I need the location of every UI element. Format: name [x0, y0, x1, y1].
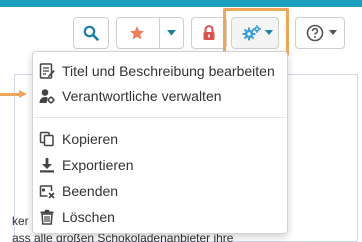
menu-item-label: Exportieren: [62, 157, 134, 173]
help-icon: [306, 24, 324, 42]
menu-item-manage-owners[interactable]: Verantwortliche verwalten: [33, 84, 287, 108]
menu-item-copy[interactable]: Kopieren: [33, 127, 287, 151]
menu-item-delete[interactable]: Löschen: [33, 205, 287, 229]
finish-icon: [39, 183, 55, 199]
menu-item-label: Verantwortliche verwalten: [62, 88, 222, 104]
menu-item-edit-title[interactable]: Titel und Beschreibung bearbeiten: [33, 59, 287, 83]
help-dropdown-button[interactable]: [295, 17, 345, 49]
trash-icon: [39, 209, 55, 225]
download-icon: [39, 157, 55, 173]
edit-document-icon: [39, 63, 55, 79]
lock-button[interactable]: [191, 17, 227, 49]
search-icon: [83, 25, 99, 41]
star-icon: [129, 25, 145, 41]
search-button[interactable]: [73, 17, 109, 49]
button-split-divider: [159, 18, 160, 48]
lock-icon: [202, 25, 216, 41]
copy-icon: [39, 131, 55, 147]
menu-item-label: Titel und Beschreibung bearbeiten: [62, 63, 275, 79]
pointer-arrow-head: [19, 90, 27, 98]
highlight-frame: [223, 8, 289, 56]
menu-item-label: Beenden: [62, 183, 119, 199]
menu-item-label: Kopieren: [62, 131, 119, 147]
chevron-down-icon[interactable]: [167, 30, 176, 36]
menu-divider: [34, 117, 286, 118]
chevron-down-icon: [329, 30, 337, 35]
tools-dropdown-menu: Titel und Beschreibung bearbeiten Verant…: [32, 51, 288, 234]
menu-item-export[interactable]: Exportieren: [33, 153, 287, 177]
user-settings-icon: [39, 88, 55, 104]
menu-item-finish[interactable]: Beenden: [33, 179, 287, 203]
top-accent-bar: [0, 0, 362, 7]
menu-item-label: Löschen: [62, 209, 115, 225]
bookmark-button[interactable]: [116, 17, 184, 49]
